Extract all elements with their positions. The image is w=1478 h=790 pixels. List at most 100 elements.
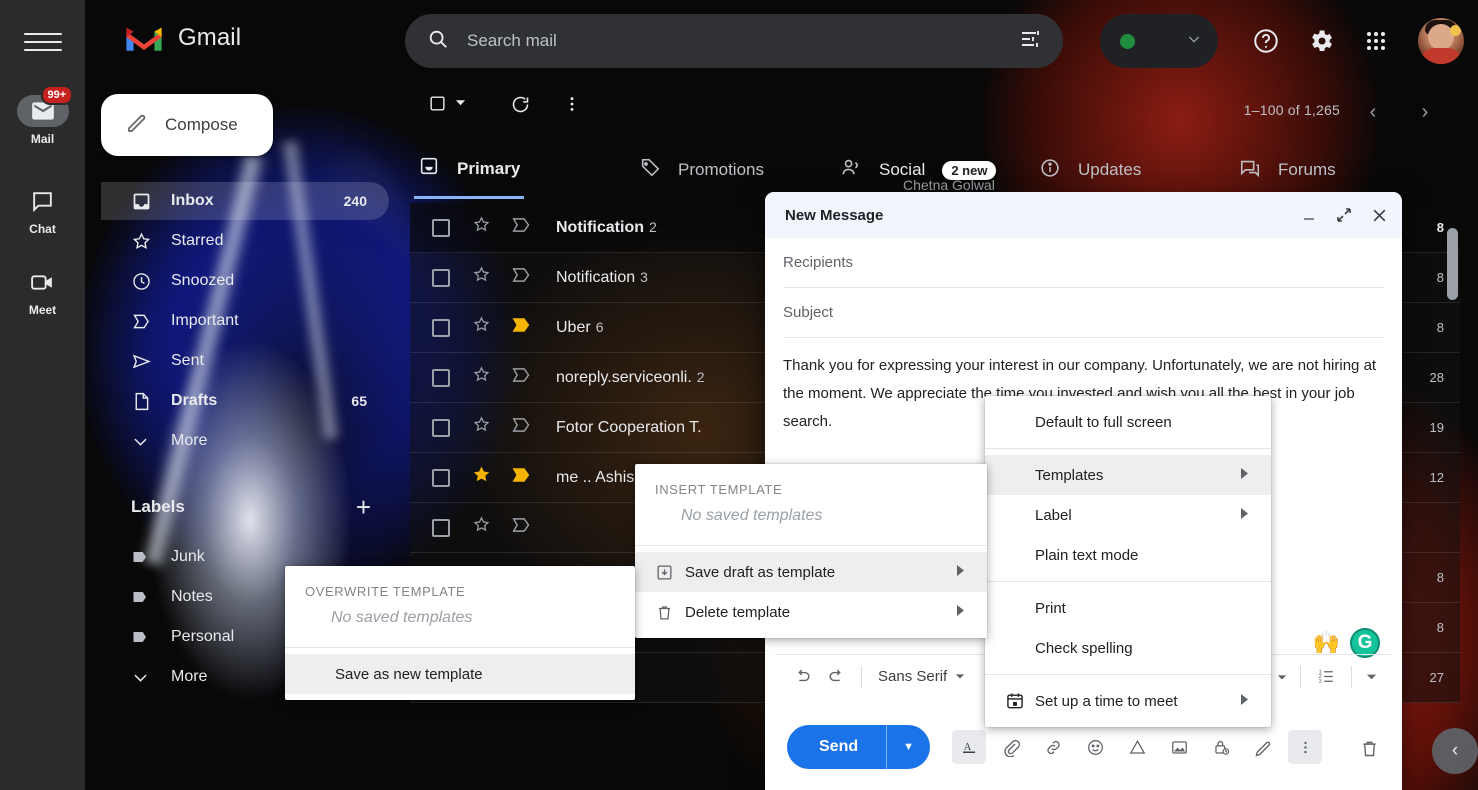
- rail-item-meet[interactable]: Meet: [0, 266, 85, 317]
- important-icon[interactable]: [511, 416, 532, 439]
- insert-drive-icon[interactable]: [1120, 730, 1154, 764]
- tab-social[interactable]: Social 2 new Chetna Golwal: [835, 141, 1000, 199]
- close-icon[interactable]: [1371, 207, 1388, 224]
- star-icon[interactable]: [472, 415, 491, 440]
- redo-icon[interactable]: [821, 662, 851, 692]
- insert-photo-icon[interactable]: [1162, 730, 1196, 764]
- menu-item-print[interactable]: Print: [985, 588, 1271, 628]
- sidebar-item-label: More: [171, 432, 208, 449]
- undo-icon[interactable]: [787, 662, 817, 692]
- delete-draft-icon[interactable]: [1359, 738, 1380, 764]
- sidebar-item-starred[interactable]: Starred: [101, 222, 389, 260]
- important-icon[interactable]: [511, 216, 532, 239]
- templates-delete-template[interactable]: Delete template: [635, 592, 987, 632]
- row-checkbox[interactable]: [432, 368, 450, 387]
- important-icon[interactable]: [511, 366, 532, 389]
- sidebar-item-label: Starred: [171, 232, 224, 249]
- recipients-field[interactable]: Recipients: [783, 238, 1384, 288]
- numbered-list-icon[interactable]: 123: [1311, 662, 1341, 692]
- fullscreen-icon[interactable]: [1336, 207, 1352, 223]
- chevron-left-icon[interactable]: ‹: [1356, 96, 1390, 128]
- gmail-wordmark: Gmail: [178, 24, 242, 51]
- chat-icon: [17, 185, 69, 217]
- sidebar-item-drafts[interactable]: Drafts 65: [101, 382, 389, 420]
- hamburger-icon[interactable]: [24, 26, 62, 58]
- star-icon[interactable]: [472, 515, 491, 540]
- menu-item-set-up-a-time-to-meet[interactable]: Set up a time to meet: [985, 681, 1271, 721]
- select-all-checkbox[interactable]: [428, 94, 466, 113]
- important-icon[interactable]: [511, 316, 532, 339]
- meet-icon: [17, 266, 69, 298]
- templates-save-draft-as-template[interactable]: Save draft as template: [635, 552, 987, 592]
- sidebar-item-important[interactable]: Important: [101, 302, 389, 340]
- gmail-logo[interactable]: Gmail: [123, 22, 241, 54]
- more-vertical-icon[interactable]: [562, 94, 582, 114]
- list-scrollbar[interactable]: [1447, 228, 1458, 300]
- star-icon[interactable]: [472, 315, 491, 340]
- gear-icon[interactable]: [1302, 22, 1340, 60]
- status-selector[interactable]: [1100, 14, 1218, 68]
- sidebar-item-inbox[interactable]: Inbox 240: [101, 182, 389, 220]
- menu-item-default-to-full-screen[interactable]: Default to full screen: [985, 402, 1271, 442]
- chevron-right-icon[interactable]: ›: [1408, 96, 1442, 128]
- send-button[interactable]: Send ▼: [787, 725, 931, 769]
- important-icon[interactable]: [511, 266, 532, 289]
- row-checkbox[interactable]: [432, 518, 450, 537]
- chevron-left-icon[interactable]: ‹: [1432, 728, 1478, 774]
- star-icon[interactable]: [472, 215, 491, 240]
- gmail-window: 99+ Mail Chat Meet Gmail Search mail Com…: [0, 0, 1478, 790]
- row-checkbox[interactable]: [432, 218, 450, 237]
- plus-icon[interactable]: +: [356, 494, 371, 520]
- apps-grid-icon[interactable]: [1357, 22, 1395, 60]
- more-options-icon[interactable]: [1288, 730, 1323, 764]
- tab-updates[interactable]: Updates: [1035, 141, 1145, 199]
- subject-field[interactable]: Subject: [783, 288, 1384, 338]
- star-icon[interactable]: [472, 365, 491, 390]
- help-icon[interactable]: [1247, 22, 1285, 60]
- star-icon[interactable]: [472, 465, 491, 490]
- minimize-icon[interactable]: [1301, 207, 1317, 223]
- important-icon[interactable]: [511, 516, 532, 539]
- row-checkbox[interactable]: [432, 268, 450, 287]
- confidential-mode-icon[interactable]: [1204, 730, 1238, 764]
- insert-emoji-icon[interactable]: [1078, 730, 1112, 764]
- search-icon: [427, 28, 449, 55]
- compose-button[interactable]: Compose: [101, 94, 273, 156]
- sidebar-item-snoozed[interactable]: Snoozed: [101, 262, 389, 300]
- sidebar-item-count: 240: [343, 193, 367, 209]
- insert-link-icon[interactable]: [1036, 730, 1070, 764]
- refresh-icon[interactable]: [510, 94, 531, 115]
- hands-emoji-icon[interactable]: 🙌: [1313, 630, 1340, 656]
- menu-item-check-spelling[interactable]: Check spelling: [985, 628, 1271, 668]
- overwrite-save-as-new-template[interactable]: Save as new template: [285, 654, 635, 694]
- menu-item-templates[interactable]: Templates: [985, 455, 1271, 495]
- compose-header[interactable]: New Message: [765, 192, 1402, 238]
- search-options-icon[interactable]: [1019, 27, 1043, 56]
- font-selector[interactable]: Sans Serif: [872, 668, 971, 685]
- sidebar-item-more[interactable]: More: [101, 422, 389, 460]
- avatar[interactable]: [1418, 18, 1464, 64]
- search-bar[interactable]: [405, 14, 1063, 68]
- insert-signature-icon[interactable]: [1246, 730, 1280, 764]
- important-icon[interactable]: [511, 466, 532, 489]
- menu-item-plain-text-mode[interactable]: Plain text mode: [985, 535, 1271, 575]
- star-icon[interactable]: [472, 265, 491, 290]
- menu-item-label[interactable]: Label: [985, 495, 1271, 535]
- attach-file-icon[interactable]: [994, 730, 1028, 764]
- send-options-caret-icon[interactable]: ▼: [887, 741, 930, 753]
- rail-item-mail[interactable]: 99+ Mail: [0, 85, 85, 146]
- align-caret-icon[interactable]: [1274, 662, 1290, 692]
- row-checkbox[interactable]: [432, 318, 450, 337]
- search-input[interactable]: [467, 31, 1019, 51]
- tab-primary[interactable]: Primary: [414, 141, 525, 199]
- more-formatting-caret-icon[interactable]: [1362, 662, 1380, 692]
- templates-submenu: Insert template No saved templates Save dr…: [635, 464, 987, 638]
- row-checkbox[interactable]: [432, 418, 450, 437]
- tab-forums[interactable]: Forums: [1235, 141, 1340, 199]
- sidebar-item-sent[interactable]: Sent: [101, 342, 389, 380]
- message-date: 19: [1429, 420, 1444, 435]
- rail-item-chat[interactable]: Chat: [0, 185, 85, 236]
- format-text-icon[interactable]: A: [952, 730, 987, 764]
- row-checkbox[interactable]: [432, 468, 450, 487]
- tab-promotions[interactable]: Promotions: [635, 141, 768, 199]
